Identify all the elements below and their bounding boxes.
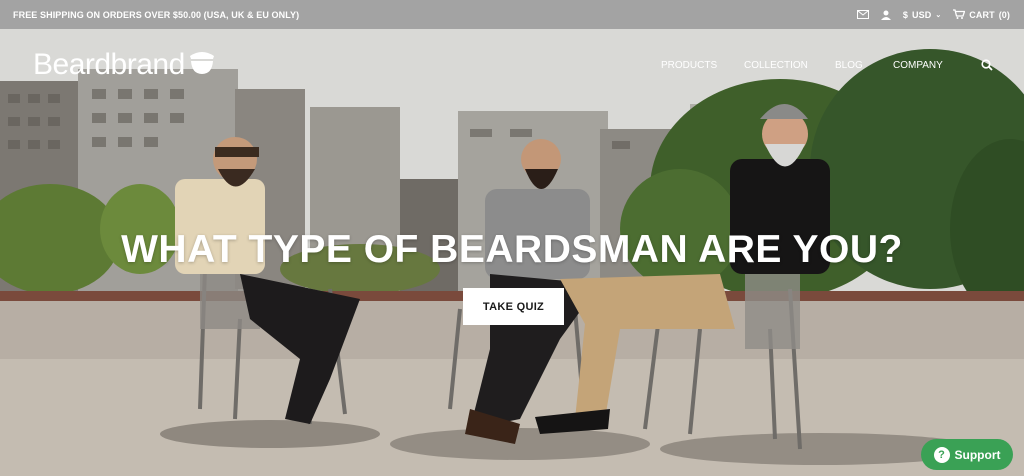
search-icon[interactable] <box>981 58 993 76</box>
cart-icon <box>953 8 966 21</box>
hero-headline: WHAT TYPE OF BEARDSMAN ARE YOU? <box>121 228 903 271</box>
currency-code: USD <box>912 9 932 20</box>
brand-name: Beardbrand <box>33 48 185 81</box>
beard-mark-icon <box>188 48 216 82</box>
hero-banner: Beardbrand PRODUCTS COLLECTION BLOG COMP… <box>0 29 1024 476</box>
help-icon: ? <box>933 446 950 463</box>
support-button[interactable]: ? Support <box>921 439 1013 470</box>
cart-label: CART <box>969 9 995 20</box>
support-label: Support <box>954 447 1001 462</box>
currency-symbol: $ <box>902 9 908 20</box>
currency-selector[interactable]: $ USD ⌄ <box>903 10 941 20</box>
cart-count: (0) <box>998 9 1010 20</box>
nav-company[interactable]: COMPANY <box>893 60 943 71</box>
shipping-announcement: FREE SHIPPING ON ORDERS OVER $50.00 (USA… <box>13 9 300 20</box>
user-icon[interactable] <box>880 10 891 20</box>
mail-icon[interactable] <box>856 10 869 19</box>
nav-blog[interactable]: BLOG <box>835 60 863 71</box>
chevron-down-icon: ⌄ <box>935 11 942 19</box>
nav-collection[interactable]: COLLECTION <box>744 60 808 71</box>
nav-products[interactable]: PRODUCTS <box>661 60 717 71</box>
brand-logo[interactable]: Beardbrand <box>33 48 216 82</box>
announcement-bar: FREE SHIPPING ON ORDERS OVER $50.00 (USA… <box>0 0 1024 29</box>
cart-link[interactable]: CART (0) <box>953 8 1010 21</box>
take-quiz-button[interactable]: TAKE QUIZ <box>463 288 564 325</box>
topbar-utilities: $ USD ⌄ CART (0) <box>856 8 1010 21</box>
